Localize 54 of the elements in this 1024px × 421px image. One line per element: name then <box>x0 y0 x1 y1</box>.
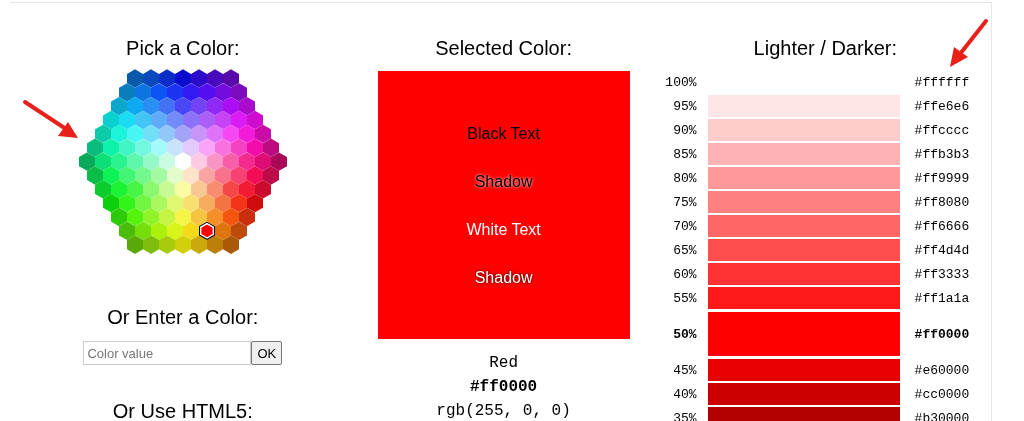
percent-label: 40% <box>672 386 697 402</box>
sample-text: Black Text <box>467 123 540 143</box>
sample-text: Shadow <box>474 267 533 287</box>
color-input-field[interactable]: Color value <box>83 341 252 365</box>
percent-label: 90% <box>672 122 697 138</box>
hex-label: #ff6666 <box>914 218 970 234</box>
shade-bar[interactable] <box>707 95 900 117</box>
percent-label: 60% <box>672 266 697 282</box>
hex-label: #b30000 <box>914 410 970 421</box>
sample-text: White Text <box>466 219 541 239</box>
hex-label: #ff3333 <box>914 266 970 282</box>
section-heading: Pick a Color: <box>126 36 240 60</box>
hex-label: #ff1a1a <box>914 290 970 306</box>
shade-bar[interactable] <box>707 143 900 165</box>
hex-label: #ff0000 <box>914 326 970 342</box>
hex-label: #ffb3b3 <box>914 146 970 162</box>
percent-label: 35% <box>672 410 697 421</box>
shade-bar[interactable] <box>707 191 900 213</box>
section-heading: Lighter / Darker: <box>753 36 897 60</box>
shade-bar[interactable] <box>707 215 900 237</box>
percent-label: 100% <box>664 74 697 90</box>
hex-label: #ffcccc <box>914 122 970 138</box>
color-name: Red <box>489 353 518 374</box>
section-heading: Or Enter a Color: <box>107 305 259 329</box>
hex-value: #ff0000 <box>469 377 538 398</box>
hex-label: #ff9999 <box>914 170 970 186</box>
percent-label: 75% <box>672 194 697 210</box>
percent-label: 45% <box>672 362 697 378</box>
sample-text: Shadow <box>474 171 533 191</box>
hex-label: #ff4d4d <box>914 242 970 258</box>
hex-label: #ffe6e6 <box>914 98 970 114</box>
hex-label: #ffffff <box>914 74 970 90</box>
shade-bar[interactable] <box>707 287 900 309</box>
ok-button[interactable]: OK <box>251 341 283 365</box>
percent-label: 70% <box>672 218 697 234</box>
hex-label: #ff8080 <box>914 194 970 210</box>
section-heading: Selected Color: <box>435 36 572 60</box>
percent-label: 50% <box>672 326 697 342</box>
percent-label: 65% <box>672 242 697 258</box>
shade-bar[interactable] <box>707 263 900 285</box>
shade-bar[interactable] <box>707 383 900 405</box>
hex-label: #cc0000 <box>914 386 970 402</box>
shade-bar[interactable] <box>707 239 900 261</box>
percent-label: 95% <box>672 98 697 114</box>
shade-bar[interactable] <box>707 167 900 189</box>
section-heading: Or Use HTML5: <box>112 399 253 421</box>
shade-bar[interactable] <box>707 119 900 141</box>
rgb-value: rgb(255, 0, 0) <box>436 401 571 421</box>
shade-bar[interactable] <box>707 312 900 356</box>
percent-label: 80% <box>672 170 697 186</box>
shade-bar[interactable] <box>707 359 900 381</box>
percent-label: 85% <box>672 146 697 162</box>
percent-label: 55% <box>672 290 697 306</box>
hex-label: #e60000 <box>914 362 970 378</box>
